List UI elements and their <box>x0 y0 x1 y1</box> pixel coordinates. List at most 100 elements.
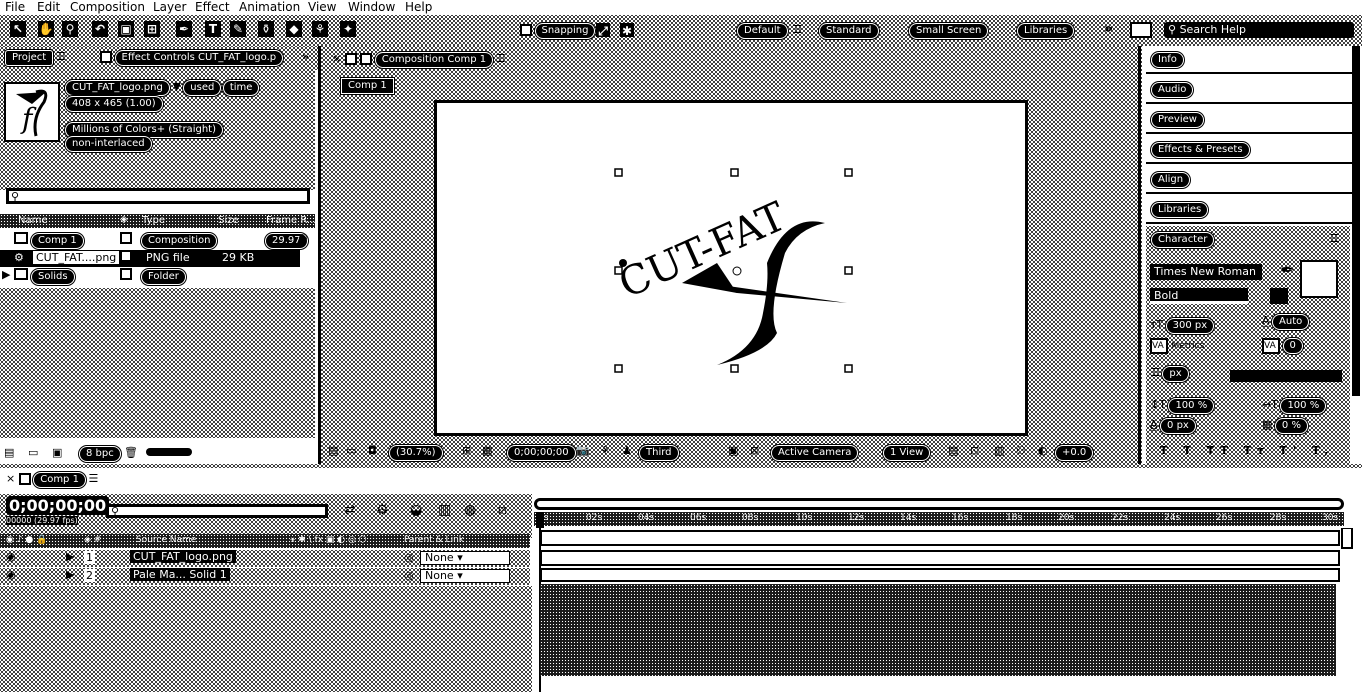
brush-tool-icon[interactable]: ✎ <box>230 21 246 37</box>
new-folder-icon[interactable]: ▭ <box>28 446 38 459</box>
font-size-value[interactable]: 300 px <box>1166 319 1214 333</box>
timeline-icon[interactable]: ▥ <box>994 444 1004 457</box>
column-size[interactable]: Size <box>218 215 239 226</box>
toggle-pixel-icon[interactable]: ▤ <box>948 444 958 457</box>
snap-settings-icon[interactable]: ✱ <box>620 23 634 38</box>
panel-menu-icon[interactable]: ☰ <box>496 52 506 65</box>
eraser-tool-icon[interactable]: ◆ <box>286 21 302 37</box>
tab-composition[interactable]: Composition Comp 1 <box>375 53 493 67</box>
roto-brush-tool-icon[interactable]: ⚘ <box>312 21 328 37</box>
timeline-tab[interactable]: × Comp 1 ☰ <box>6 472 98 487</box>
tab-effect-controls[interactable]: Effect Controls CUT_FAT_logo.p <box>100 50 283 65</box>
disclosure-triangle-icon[interactable]: ▶ <box>2 268 10 281</box>
parent-pickwhip-icon[interactable]: ◎ <box>404 569 414 582</box>
expand-triangle-icon[interactable]: ▶ <box>66 568 74 581</box>
pan-behind-tool-icon[interactable]: ⊞ <box>144 21 160 37</box>
timeline-layer-row[interactable]: ◉ ▶ 2 Pale Ma... Solid 1 ◎ None ▾ <box>0 568 530 585</box>
exposure-value[interactable]: +0.0 <box>1056 446 1093 460</box>
font-style-dropdown[interactable]: Bold <box>1150 288 1248 304</box>
work-area-bar[interactable] <box>534 498 1344 510</box>
puppet-tool-icon[interactable]: ✦ <box>340 21 356 37</box>
snapping-toggle[interactable]: Snapping <box>520 23 595 38</box>
zoom-dropdown[interactable]: (30.7%) <box>390 446 442 460</box>
project-item[interactable]: ⚙ CUT_FAT....png PNG file 29 KB <box>0 250 300 267</box>
horizontal-scale-value[interactable]: 100 % <box>1281 399 1326 413</box>
font-family-dropdown[interactable]: Times New Roman <box>1150 264 1262 280</box>
visibility-eye-icon[interactable]: ◉ <box>6 568 16 581</box>
snapshot-icon[interactable]: 📷 <box>576 444 590 457</box>
panel-audio[interactable]: Audio <box>1152 82 1193 98</box>
clone-stamp-tool-icon[interactable]: ⚱ <box>258 21 274 37</box>
flowchart-icon[interactable]: ⚇ <box>1016 444 1026 457</box>
views-dropdown[interactable]: 1 View <box>884 446 930 460</box>
more-workspaces-icon[interactable]: » <box>1104 21 1113 37</box>
show-channel-icon[interactable]: ♟ <box>622 444 632 457</box>
tsume-row[interactable]: ▦ 0 % <box>1262 418 1307 433</box>
sync-settings-icon[interactable] <box>1130 22 1152 41</box>
swap-colors-icon[interactable] <box>1270 288 1288 307</box>
monitor-icon[interactable]: ▭ <box>346 444 356 457</box>
parent-dropdown[interactable]: None ▾ <box>420 551 510 565</box>
label-color-icon[interactable] <box>120 232 132 247</box>
channel-icon[interactable]: ⚘ <box>600 444 610 457</box>
timeline-layer-row[interactable]: ◉ ▶ 1 CUT_FAT_logo.png ◎ None ▾ <box>0 550 530 567</box>
panel-align[interactable]: Align <box>1152 172 1190 188</box>
zoom-tool-icon[interactable]: ⚲ <box>62 21 78 37</box>
grid-icon[interactable]: ▦ <box>482 444 492 457</box>
panel-preview[interactable]: Preview <box>1152 112 1203 128</box>
workspace-menu-icon[interactable]: ☰ <box>792 23 802 36</box>
panel-info[interactable]: Info <box>1152 52 1183 68</box>
flowchart-icon[interactable]: ⚇ <box>298 232 308 245</box>
layer-search-input[interactable]: ⚲ <box>106 504 328 518</box>
bit-depth-button[interactable]: 8 bpc <box>80 447 120 461</box>
trash-icon[interactable]: 🗑 <box>124 446 138 459</box>
more-tabs-icon[interactable]: » <box>302 50 309 63</box>
vertical-scale-value[interactable]: 100 % <box>1169 399 1214 413</box>
camera-dropdown[interactable]: Active Camera <box>772 446 858 460</box>
resolution-dropdown[interactable]: Third <box>640 446 678 460</box>
stroke-style-dropdown[interactable] <box>1230 370 1342 382</box>
snapping-checkbox-icon[interactable] <box>520 24 532 36</box>
right-panel-scrollbar[interactable] <box>1352 46 1360 396</box>
column-type[interactable]: Type <box>142 215 165 226</box>
timeline-scroll-handle[interactable] <box>1340 527 1354 578</box>
baseline-row[interactable]: A̳ 0 px <box>1150 418 1195 433</box>
baseline-shift-value[interactable]: 0 px <box>1161 419 1195 433</box>
thumbnail-size-slider[interactable] <box>146 448 192 456</box>
parent-dropdown[interactable]: None ▾ <box>420 569 510 583</box>
kerning-value[interactable]: Metrics <box>1172 341 1205 351</box>
cut-fat-logo[interactable]: CUT-FAT <box>437 103 1025 433</box>
vertical-scale-row[interactable]: ↕T 100 % <box>1150 398 1214 413</box>
workspace-libraries[interactable]: Libraries <box>1018 23 1074 38</box>
safe-margins-icon[interactable]: ⊞ <box>462 444 471 457</box>
column-name[interactable]: Name <box>18 215 48 226</box>
label-color-icon[interactable] <box>120 268 132 283</box>
project-item[interactable]: Comp 1 Composition 29.97 ⚇ <box>0 232 315 249</box>
close-icon[interactable]: × <box>332 52 341 65</box>
playhead-handle[interactable] <box>536 512 544 528</box>
graph-editor-icon[interactable]: ⧄ <box>498 502 507 518</box>
project-item[interactable]: ▶ Solids Folder <box>0 268 315 285</box>
selection-tool-icon[interactable]: ↖ <box>10 21 26 37</box>
layer-duration-bar[interactable] <box>540 530 1340 546</box>
menu-view[interactable]: View <box>308 0 336 15</box>
tracking-row[interactable]: VA 0 <box>1262 338 1302 354</box>
expand-triangle-icon[interactable]: ▶ <box>66 550 74 563</box>
current-time-display[interactable]: 0;00;00;00 <box>6 496 110 515</box>
label-color-icon[interactable] <box>120 250 132 265</box>
kerning-row[interactable]: VA Metrics <box>1150 338 1204 354</box>
close-icon[interactable]: × <box>6 472 15 485</box>
font-size-row[interactable]: тT 300 px <box>1150 318 1214 333</box>
parent-pickwhip-icon[interactable]: ◎ <box>404 551 414 564</box>
region-of-interest-icon[interactable]: ▣ <box>728 444 738 457</box>
always-preview-icon[interactable]: ▤ <box>328 444 338 457</box>
panel-libraries[interactable]: Libraries <box>1152 202 1208 218</box>
layer-duration-bar[interactable] <box>540 550 1340 566</box>
menu-composition[interactable]: Composition <box>70 0 145 15</box>
panel-menu-icon[interactable]: ☰ <box>88 472 98 485</box>
fill-stroke-swatch[interactable] <box>1300 260 1338 298</box>
time-ruler[interactable]: 0s 02s 04s 06s 08s 10s 12s 14s 16s 18s 2… <box>534 512 1344 526</box>
layer-name[interactable]: CUT_FAT_logo.png <box>130 550 236 563</box>
project-search-input[interactable]: ⚲ <box>6 188 310 204</box>
menu-effect[interactable]: Effect <box>195 0 230 15</box>
